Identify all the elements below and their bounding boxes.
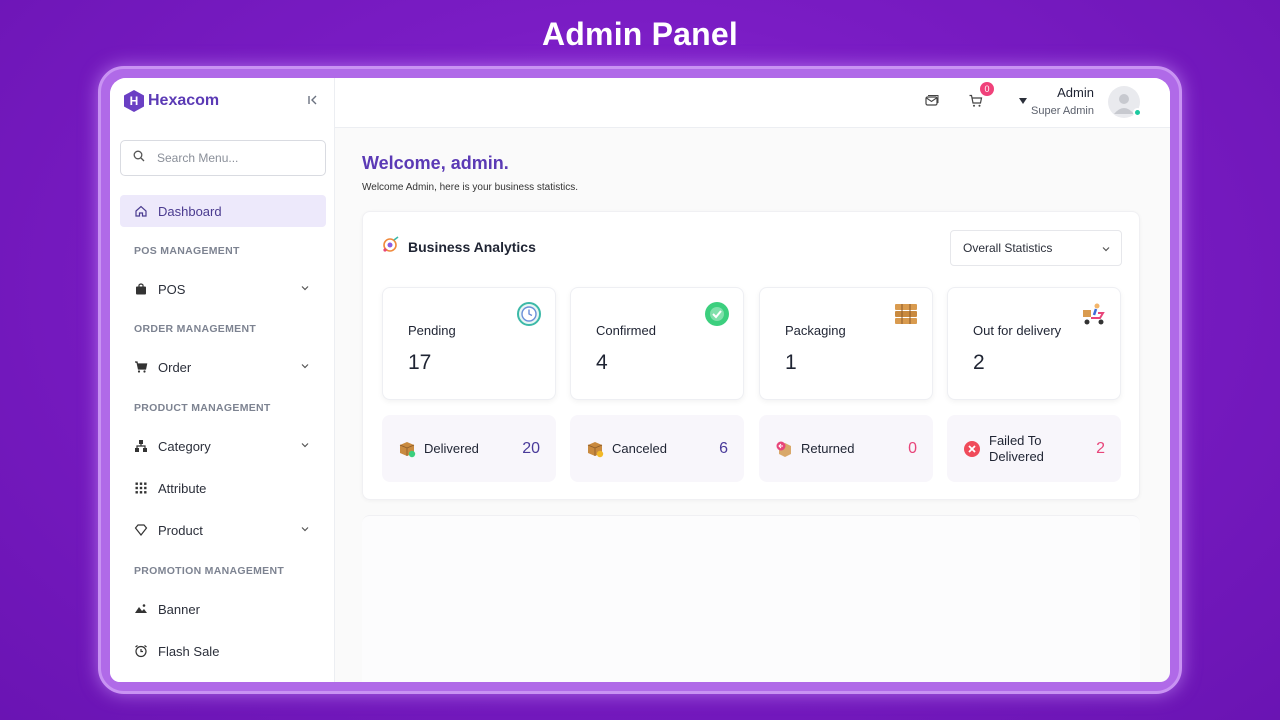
search-icon — [133, 149, 145, 167]
statistics-filter-value: Overall Statistics — [963, 241, 1053, 255]
chevron-down-icon — [1102, 247, 1110, 252]
business-analytics-title: Business Analytics — [408, 239, 536, 255]
app-screen: H Hexacom Dashboard POS MANAGEMENT POS — [110, 78, 1170, 682]
stat-label: Pending — [408, 323, 456, 338]
status-value: 6 — [719, 440, 728, 457]
stat-card-packaging[interactable]: Packaging 1 — [759, 287, 933, 400]
sidebar-item-label: Banner — [158, 601, 200, 617]
brand[interactable]: H Hexacom — [124, 90, 219, 112]
sidebar-item-label: Order — [158, 359, 192, 375]
brand-name: Hexacom — [148, 92, 220, 109]
sidebar-item-label: Product — [158, 522, 203, 538]
stat-card-out-for-delivery[interactable]: Out for delivery 2 — [947, 287, 1121, 400]
statistics-filter-select[interactable]: Overall Statistics — [950, 230, 1122, 266]
chevron-down-icon — [301, 443, 309, 448]
status-label: Canceled — [612, 441, 667, 456]
status-value: 0 — [908, 440, 917, 457]
sidebar-item-label: Category — [158, 438, 211, 454]
status-value: 20 — [522, 440, 540, 457]
shopping-bag-icon — [134, 282, 148, 296]
page-title: Welcome, admin. — [362, 153, 509, 173]
stat-value: 17 — [408, 351, 432, 374]
clock-pending-icon — [516, 301, 542, 327]
cart-icon — [134, 360, 148, 374]
stat-label: Packaging — [785, 323, 846, 338]
top-bar: 0 Admin Super Admin — [335, 78, 1170, 128]
user-role: Super Admin — [1031, 105, 1094, 117]
status-label: Returned — [801, 441, 855, 456]
sidebar-item-dashboard[interactable]: Dashboard — [120, 195, 326, 227]
delivery-scooter-icon — [1081, 301, 1107, 327]
search-menu-input[interactable] — [157, 151, 307, 165]
sidebar-item-attribute[interactable]: Attribute — [120, 472, 326, 504]
status-card-canceled[interactable]: Canceled 6 — [570, 415, 744, 482]
stat-value: 1 — [785, 351, 797, 374]
box-delivered-icon — [398, 440, 416, 458]
online-status-dot — [1133, 108, 1142, 117]
search-menu-box[interactable] — [120, 140, 326, 176]
status-label: Delivered — [424, 441, 479, 456]
user-name[interactable]: Admin — [1057, 85, 1094, 100]
sidebar-item-product[interactable]: Product — [120, 514, 326, 546]
stat-label: Confirmed — [596, 323, 656, 338]
status-card-failed-to-delivered[interactable]: Failed To Delivered 2 — [947, 415, 1121, 482]
collapse-sidebar-icon[interactable] — [306, 93, 320, 107]
messages-icon[interactable] — [924, 93, 940, 109]
section-promotion-management: PROMOTION MANAGEMENT — [134, 565, 285, 577]
status-value: 2 — [1096, 440, 1105, 457]
user-menu-caret-icon[interactable] — [1019, 98, 1027, 104]
image-mountain-icon — [134, 602, 148, 616]
sidebar-item-label: Flash Sale — [158, 643, 220, 659]
brand-logo-icon: H — [124, 90, 144, 112]
section-order-management: ORDER MANAGEMENT — [134, 323, 257, 335]
section-pos-management: POS MANAGEMENT — [134, 245, 240, 257]
chevron-down-icon — [301, 364, 309, 369]
page-subtitle: Welcome Admin, here is your business sta… — [362, 182, 579, 193]
sidebar-item-banner[interactable]: Banner — [120, 593, 326, 625]
package-stack-icon — [893, 301, 919, 327]
secondary-panel — [362, 515, 1140, 682]
stat-value: 4 — [596, 351, 608, 374]
grid-dots-icon — [134, 481, 148, 495]
failed-x-circle-icon — [963, 440, 981, 458]
sidebar-item-category[interactable]: Category — [120, 430, 326, 462]
stat-value: 2 — [973, 351, 985, 374]
stat-card-pending[interactable]: Pending 17 — [382, 287, 556, 400]
box-returned-icon — [775, 440, 793, 458]
sidebar-item-pos[interactable]: POS — [120, 273, 326, 305]
category-tree-icon — [134, 439, 148, 453]
section-product-management: PRODUCT MANAGEMENT — [134, 402, 271, 414]
sidebar-item-order[interactable]: Order — [120, 351, 326, 383]
sidebar-item-flash-sale[interactable]: Flash Sale — [120, 635, 326, 667]
check-circle-icon — [704, 301, 730, 327]
chevron-down-icon — [301, 527, 309, 532]
box-canceled-icon — [586, 440, 604, 458]
business-analytics-panel: Business Analytics Overall Statistics Pe… — [362, 211, 1140, 500]
stat-label: Out for delivery — [973, 323, 1062, 338]
analytics-icon — [381, 236, 401, 254]
sidebar: H Hexacom Dashboard POS MANAGEMENT POS — [110, 78, 335, 682]
status-card-delivered[interactable]: Delivered 20 — [382, 415, 556, 482]
status-card-returned[interactable]: Returned 0 — [759, 415, 933, 482]
cart-icon[interactable] — [968, 93, 984, 109]
sidebar-item-label: Dashboard — [158, 203, 222, 219]
cart-count-badge: 0 — [980, 82, 994, 96]
alarm-clock-icon — [134, 644, 148, 658]
sidebar-item-label: Attribute — [158, 480, 207, 496]
diamond-icon — [134, 523, 148, 537]
sidebar-item-label: POS — [158, 281, 186, 297]
promo-banner-title: Admin Panel — [541, 16, 738, 52]
chevron-down-icon — [301, 286, 309, 291]
stat-card-confirmed[interactable]: Confirmed 4 — [570, 287, 744, 400]
status-label: Failed To — [989, 433, 1042, 448]
status-label: Delivered — [989, 449, 1044, 464]
home-icon — [134, 204, 148, 218]
